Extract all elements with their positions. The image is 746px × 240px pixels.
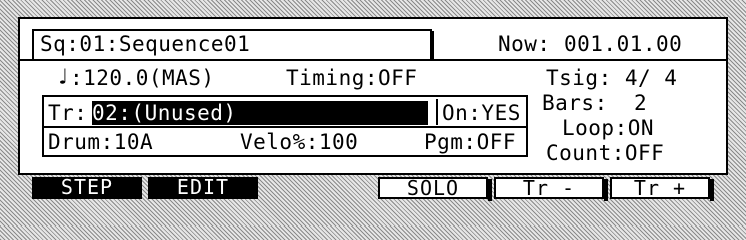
track-minus-softkey[interactable]: Tr -	[494, 177, 604, 199]
track-row-divider	[44, 126, 526, 128]
loop-field[interactable]: Loop:ON	[562, 116, 654, 140]
track-plus-softkey-shadow	[710, 179, 714, 201]
drum-field[interactable]: Drum:10A	[48, 130, 153, 154]
solo-softkey[interactable]: SOLO	[378, 177, 488, 199]
quarter-note-icon: ♩	[56, 65, 70, 90]
on-field-divider	[436, 99, 438, 125]
lcd-screen: Sq:01:Sequence01 Now: 001.01.00 ♩ :120.0…	[18, 17, 728, 175]
solo-softkey-shadow	[488, 179, 492, 201]
track-label: Tr:	[48, 101, 88, 125]
program-field[interactable]: Pgm:OFF	[424, 130, 516, 154]
time-signature-field[interactable]: Tsig: 4/ 4	[546, 66, 677, 90]
track-on-field[interactable]: On:YES	[442, 101, 521, 125]
track-plus-softkey[interactable]: Tr +	[610, 177, 710, 199]
count-field[interactable]: Count:OFF	[546, 141, 664, 165]
track-field[interactable]: 02:(Unused)	[92, 101, 428, 125]
track-panel: Tr: 02:(Unused) On:YES Drum:10A Velo%:10…	[42, 95, 528, 157]
edit-softkey[interactable]: EDIT	[148, 177, 258, 199]
header-divider	[20, 59, 726, 61]
timing-field[interactable]: Timing:OFF	[286, 66, 417, 90]
sequence-tab-shadow	[430, 31, 434, 61]
now-position-field[interactable]: 001.01.00	[564, 32, 682, 56]
softkey-bar: STEP EDIT SOLO Tr - Tr +	[32, 177, 714, 201]
sequence-field[interactable]: Sq:01:Sequence01	[40, 32, 250, 56]
velocity-field[interactable]: Velo%:100	[240, 130, 358, 154]
bars-field[interactable]: Bars: 2	[542, 91, 647, 115]
now-label: Now:	[498, 32, 551, 56]
step-softkey[interactable]: STEP	[32, 177, 142, 199]
track-minus-softkey-shadow	[604, 179, 608, 201]
tempo-field[interactable]: :120.0(MAS)	[70, 66, 215, 90]
